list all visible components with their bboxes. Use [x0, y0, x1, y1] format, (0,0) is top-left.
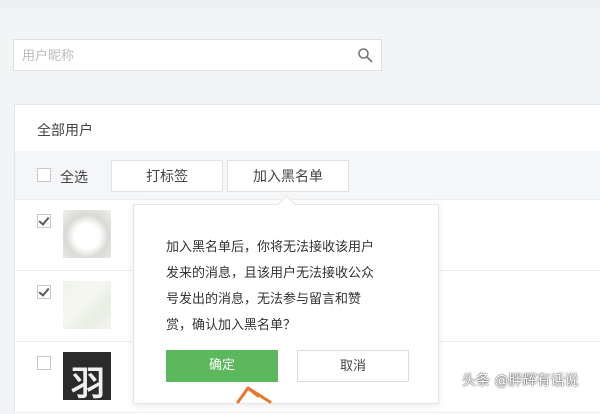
panel-header: 全部用户 — [15, 105, 600, 152]
blacklist-confirm-popover: 加入黑名单后，你将无法接收该用户 发来的消息，且该用户无法接收公众 号发出的消息… — [133, 195, 439, 404]
select-all-checkbox[interactable] — [37, 168, 51, 182]
cancel-button[interactable]: 取消 — [297, 350, 409, 382]
confirm-button[interactable]: 确定 — [166, 350, 278, 382]
watermark: 头条 @胖辉有话说 — [462, 373, 579, 389]
row-checkbox[interactable] — [37, 356, 51, 370]
search-input[interactable] — [22, 46, 342, 66]
search-box[interactable] — [13, 39, 382, 71]
popover-message-line: 号发出的消息，无法参与留言和赞 — [166, 292, 362, 307]
panel-title: 全部用户 — [37, 123, 93, 139]
avatar — [63, 281, 111, 329]
toolbar: 全选 打标签 加入黑名单 — [15, 151, 600, 200]
avatar — [63, 210, 111, 258]
avatar: 羽 — [63, 352, 111, 400]
add-to-blacklist-button[interactable]: 加入黑名单 — [227, 160, 349, 192]
avatar-glyph: 羽 — [71, 364, 105, 400]
top-strip — [0, 0, 600, 8]
popover-message-line: 加入黑名单后，你将无法接收该用户 — [166, 240, 375, 255]
popover-message-line: 发来的消息，且该用户无法接收公众 — [166, 266, 375, 281]
search-icon[interactable] — [357, 47, 373, 63]
select-all-label[interactable]: 全选 — [60, 167, 88, 187]
row-checkbox[interactable] — [37, 285, 51, 299]
popover-message: 加入黑名单后，你将无法接收该用户 发来的消息，且该用户无法接收公众 号发出的消息… — [166, 235, 406, 339]
row-checkbox[interactable] — [37, 214, 51, 228]
tag-button[interactable]: 打标签 — [111, 160, 223, 192]
popover-message-line: 赏，确认加入黑名单？ — [166, 318, 297, 333]
pointer-arrow-icon — [236, 386, 272, 404]
